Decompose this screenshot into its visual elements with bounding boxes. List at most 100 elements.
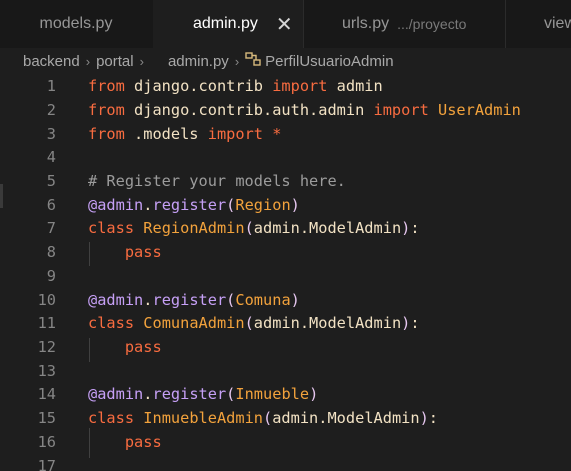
tab-label: admin.py	[193, 15, 258, 32]
code-token: @admin	[88, 196, 144, 214]
code-token: )	[419, 409, 429, 427]
code-line[interactable]: 5 # Register your models here.	[0, 169, 571, 193]
chevron-right-icon: ›	[234, 53, 240, 69]
tab-views-py[interactable]: view	[506, 0, 571, 48]
code-text: @admin.register(Region)	[88, 193, 300, 217]
editor-tab-bar: models.py admin.py ✕ urls.py .../proyect…	[0, 0, 571, 48]
code-text: pass	[88, 430, 162, 454]
code-line[interactable]: 9	[0, 264, 571, 288]
code-token: from	[88, 77, 125, 95]
line-number: 3	[46, 125, 56, 143]
code-line[interactable]: 13	[0, 359, 571, 383]
code-token: register	[152, 385, 227, 403]
code-line[interactable]: 10 @admin.register(Comuna)	[0, 288, 571, 312]
line-number: 5	[46, 172, 56, 190]
code-token: register	[152, 196, 227, 214]
code-line[interactable]: 11 class ComunaAdmin(admin.ModelAdmin):	[0, 311, 571, 335]
line-number: 11	[37, 314, 56, 332]
breadcrumb-item-portal[interactable]: portal	[96, 53, 134, 70]
class-symbol-icon	[245, 51, 261, 71]
code-line[interactable]: 2 from django.contrib.auth.admin import U…	[0, 98, 571, 122]
code-text: pass	[88, 335, 162, 359]
code-token: InmuebleAdmin	[134, 409, 263, 427]
code-line[interactable]: 1 from django.contrib import admin	[0, 74, 571, 98]
code-token: )	[401, 314, 411, 332]
code-token: pass	[124, 338, 162, 356]
code-token: (	[263, 409, 273, 427]
code-line[interactable]: 8 pass	[0, 240, 571, 264]
close-icon[interactable]: ✕	[276, 12, 293, 37]
line-number: 14	[37, 385, 56, 403]
code-token: (	[226, 291, 236, 309]
code-token: import	[373, 101, 429, 119]
line-number: 6	[46, 196, 56, 214]
code-token: import	[272, 77, 328, 95]
code-text: @admin.register(Comuna)	[88, 288, 300, 312]
code-token: admin.ModelAdmin	[253, 219, 402, 237]
code-line[interactable]: 7 class RegionAdmin(admin.ModelAdmin):	[0, 216, 571, 240]
code-token: class	[88, 409, 135, 427]
breadcrumb-item-backend[interactable]: backend	[23, 53, 80, 70]
code-line[interactable]: 15 class InmuebleAdmin(admin.ModelAdmin):	[0, 406, 571, 430]
code-text: class RegionAdmin(admin.ModelAdmin):	[88, 216, 420, 240]
code-token: UserAdmin	[428, 101, 521, 119]
code-line[interactable]: 16 pass	[0, 430, 571, 454]
code-token: admin.ModelAdmin	[272, 409, 420, 427]
code-line[interactable]: 17	[0, 454, 571, 471]
code-token: @admin	[88, 291, 144, 309]
code-token: )	[309, 385, 319, 403]
code-token: django.contrib	[124, 77, 273, 95]
chevron-right-icon: ›	[139, 53, 144, 69]
line-number: 4	[46, 148, 56, 166]
code-token: import	[207, 125, 263, 143]
code-token: @admin	[88, 385, 144, 403]
breadcrumb-item-file[interactable]: admin.py	[168, 53, 229, 70]
code-line[interactable]: 14 @admin.register(Inmueble)	[0, 382, 571, 406]
line-number: 1	[46, 77, 56, 95]
code-token: from	[88, 125, 125, 143]
tab-models-py[interactable]: models.py	[0, 0, 152, 48]
code-token: )	[401, 219, 411, 237]
line-number: 17	[37, 457, 56, 471]
code-token: class	[88, 314, 135, 332]
code-token: ComunaAdmin	[134, 314, 245, 332]
code-line[interactable]: 12 pass	[0, 335, 571, 359]
tab-label: view	[544, 15, 571, 32]
code-token: :	[410, 219, 420, 237]
code-token: (	[226, 196, 236, 214]
code-token: :	[428, 409, 439, 427]
code-text: pass	[88, 240, 162, 264]
line-number: 13	[37, 362, 56, 380]
code-token: .models	[124, 125, 208, 143]
code-token: from	[88, 101, 125, 119]
code-token: (	[226, 385, 236, 403]
code-token: Comuna	[235, 291, 291, 309]
chevron-right-icon: ›	[85, 53, 91, 69]
code-token: :	[410, 314, 420, 332]
line-number: 9	[46, 267, 56, 285]
code-token: register	[152, 291, 227, 309]
code-token: (	[244, 314, 254, 332]
code-line[interactable]: 3 from .models import *	[0, 122, 571, 146]
line-number: 10	[37, 291, 56, 309]
tab-label: urls.py	[342, 15, 390, 32]
code-editor[interactable]: 1 from django.contrib import admin 2 from d…	[0, 74, 571, 471]
breadcrumb-item-symbol[interactable]: PerfilUsuarioAdmin	[265, 53, 393, 70]
code-line[interactable]: 6 @admin.register(Region)	[0, 193, 571, 217]
code-token: django.contrib.auth.admin	[124, 101, 374, 119]
line-number: 15	[37, 409, 56, 427]
code-text: class ComunaAdmin(admin.ModelAdmin):	[88, 311, 420, 335]
line-number: 12	[37, 338, 56, 356]
line-number: 8	[46, 243, 56, 261]
code-token: Region	[235, 196, 291, 214]
code-token: pass	[124, 433, 162, 451]
breadcrumb: backend › portal › admin.py › PerfilUsua…	[0, 48, 571, 74]
tab-urls-py[interactable]: urls.py .../proyecto	[304, 0, 505, 48]
code-token: Inmueble	[235, 385, 310, 403]
code-line[interactable]: 4	[0, 145, 571, 169]
code-token: *	[263, 125, 282, 143]
tab-admin-py[interactable]: admin.py ✕	[153, 0, 303, 48]
